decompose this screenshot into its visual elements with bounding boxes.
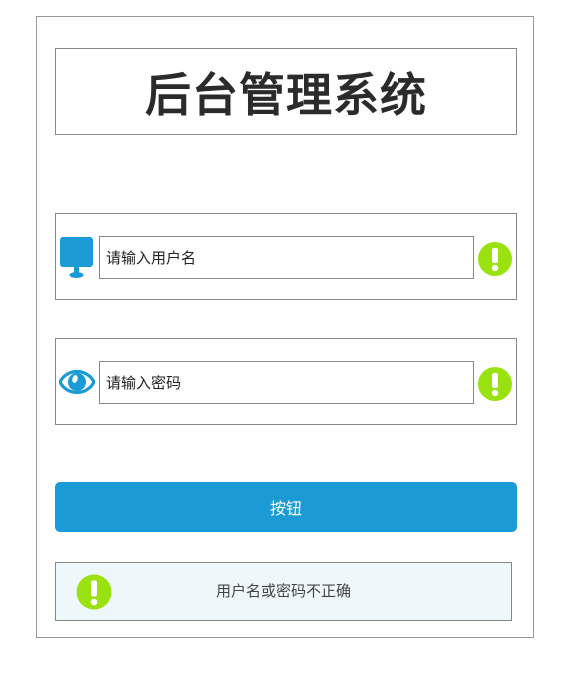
page-title: 后台管理系统 — [145, 67, 427, 122]
username-input[interactable] — [99, 236, 474, 279]
password-warning-icon — [478, 367, 512, 401]
submit-button[interactable]: 按钮 — [55, 482, 517, 532]
password-input[interactable] — [99, 361, 474, 404]
eye-icon — [58, 360, 96, 404]
password-row — [55, 338, 517, 425]
username-warning-icon — [478, 242, 512, 276]
error-message: 用户名或密码不正确 — [215, 582, 351, 600]
monitor-icon — [59, 235, 95, 279]
error-alert: 用户名或密码不正确 — [55, 562, 512, 621]
title-box: 后台管理系统 — [55, 48, 517, 135]
username-row — [55, 213, 517, 300]
